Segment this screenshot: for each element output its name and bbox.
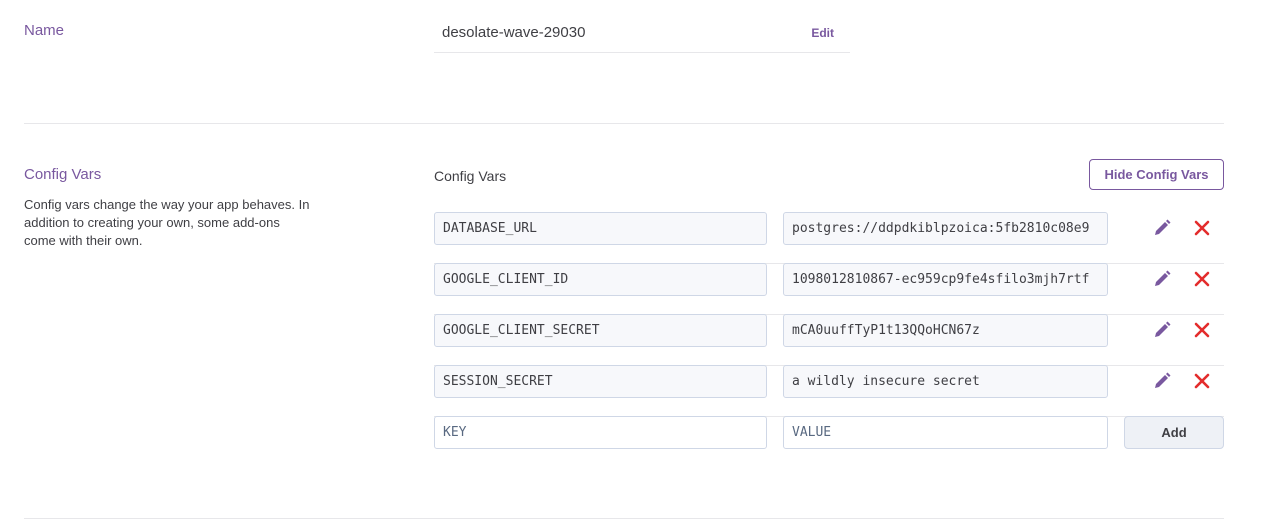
config-var-value-field[interactable] [783, 314, 1108, 347]
delete-x-icon[interactable] [1192, 218, 1214, 240]
pencil-icon[interactable] [1152, 320, 1174, 342]
config-vars-description: Config vars change the way your app beha… [24, 197, 310, 248]
pencil-icon[interactable] [1152, 371, 1174, 393]
name-section-label: Name [24, 22, 65, 39]
pencil-icon[interactable] [1152, 269, 1174, 291]
delete-x-icon[interactable] [1192, 371, 1214, 393]
config-vars-heading: Config Vars [434, 168, 507, 184]
hide-config-vars-button[interactable]: Hide Config Vars [1089, 159, 1224, 190]
config-vars-section-label: Config Vars [24, 166, 102, 183]
config-var-key-field[interactable] [434, 365, 767, 398]
app-name-row: desolate-wave-29030 Edit [434, 12, 850, 53]
add-config-var-button[interactable]: Add [1124, 416, 1224, 449]
new-config-var-row: Add [434, 416, 1224, 467]
delete-x-icon[interactable] [1192, 269, 1214, 291]
config-var-key-field[interactable] [434, 314, 767, 347]
config-var-row [434, 314, 1224, 366]
edit-name-link[interactable]: Edit [811, 26, 834, 40]
delete-x-icon[interactable] [1192, 320, 1214, 342]
section-divider [24, 123, 1224, 124]
config-var-value-field[interactable] [783, 263, 1108, 296]
config-var-key-field[interactable] [434, 263, 767, 296]
section-divider [24, 518, 1224, 519]
config-var-row [434, 365, 1224, 417]
new-key-input[interactable] [434, 416, 767, 449]
new-value-input[interactable] [783, 416, 1108, 449]
pencil-icon[interactable] [1152, 218, 1174, 240]
config-var-value-field[interactable] [783, 212, 1108, 245]
config-var-key-field[interactable] [434, 212, 767, 245]
config-var-row [434, 212, 1224, 264]
config-var-row [434, 263, 1224, 315]
app-name-value: desolate-wave-29030 [442, 24, 586, 41]
config-var-value-field[interactable] [783, 365, 1108, 398]
